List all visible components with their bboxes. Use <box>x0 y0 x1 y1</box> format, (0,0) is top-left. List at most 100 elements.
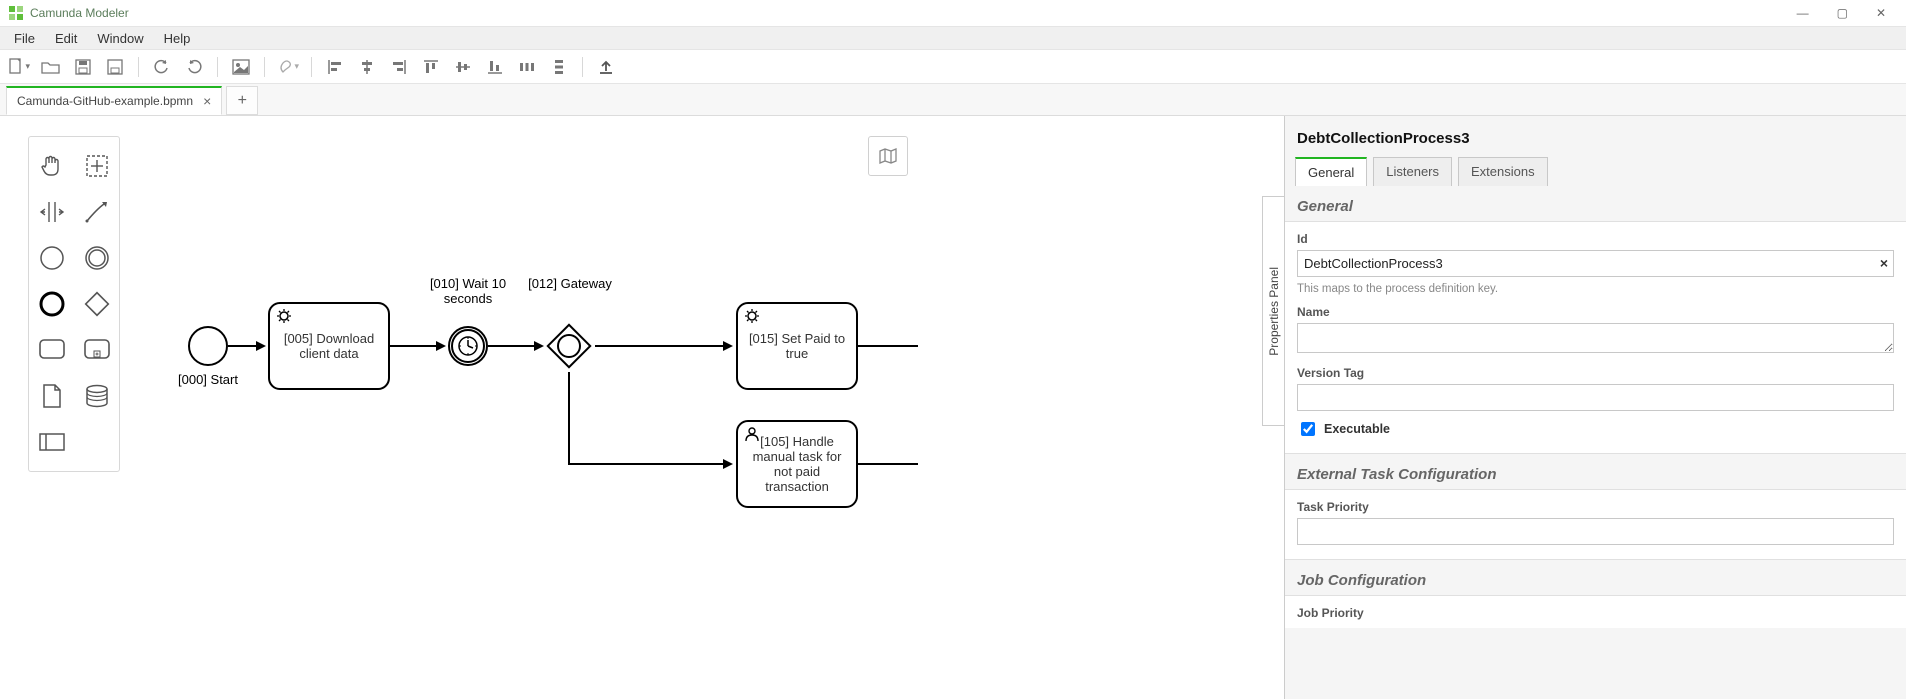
id-input[interactable] <box>1297 250 1894 277</box>
data-object-icon[interactable] <box>29 373 74 419</box>
align-center-h-button[interactable] <box>356 56 378 78</box>
sequence-flow[interactable] <box>858 345 918 347</box>
close-tab-button[interactable]: × <box>203 94 211 108</box>
sequence-flow[interactable] <box>568 463 726 465</box>
workspace: [000] Start [005] Download client data [… <box>0 116 1906 699</box>
version-tag-input[interactable] <box>1297 384 1894 411</box>
space-tool-icon[interactable] <box>29 189 74 235</box>
window-title: Camunda Modeler <box>30 6 129 20</box>
bpmn-gateway[interactable] <box>543 320 595 372</box>
color-button[interactable]: ▾ <box>277 56 299 78</box>
start-event-icon[interactable] <box>29 235 74 281</box>
minimap-button[interactable] <box>868 136 908 176</box>
properties-panel: DebtCollectionProcess3 General Listeners… <box>1284 116 1906 699</box>
sequence-flow[interactable] <box>390 345 438 347</box>
distribute-v-button[interactable] <box>548 56 570 78</box>
add-tab-button[interactable]: + <box>226 86 258 115</box>
align-left-button[interactable] <box>324 56 346 78</box>
file-tab-active[interactable]: Camunda-GitHub-example.bpmn × <box>6 86 222 115</box>
lasso-tool-icon[interactable] <box>74 143 119 189</box>
sequence-flow[interactable] <box>568 372 570 464</box>
pool-icon[interactable] <box>29 419 74 465</box>
user-task-icon <box>744 426 760 445</box>
sequence-flow[interactable] <box>858 463 918 465</box>
section-heading-job: Job Configuration <box>1285 560 1906 595</box>
subprocess-icon[interactable] <box>74 327 119 373</box>
align-top-button[interactable] <box>420 56 442 78</box>
undo-button[interactable] <box>151 56 173 78</box>
menu-window[interactable]: Window <box>89 28 151 49</box>
app-icon <box>8 5 24 21</box>
menu-help[interactable]: Help <box>156 28 199 49</box>
bpmn-task-105-label: [105] Handle manual task for not paid tr… <box>746 434 848 494</box>
align-right-button[interactable] <box>388 56 410 78</box>
service-task-icon <box>744 308 760 327</box>
arrow-icon <box>723 341 733 351</box>
end-event-icon[interactable] <box>29 281 74 327</box>
sequence-flow[interactable] <box>488 345 536 347</box>
palette-empty <box>74 419 119 465</box>
arrow-icon <box>534 341 544 351</box>
image-button[interactable] <box>230 56 252 78</box>
bpmn-timer-event[interactable] <box>448 326 488 366</box>
hand-tool-icon[interactable] <box>29 143 74 189</box>
menu-edit[interactable]: Edit <box>47 28 85 49</box>
redo-button[interactable] <box>183 56 205 78</box>
name-label: Name <box>1297 305 1894 319</box>
title-bar: Camunda Modeler — ▢ ✕ <box>0 0 1906 26</box>
section-heading-external-task: External Task Configuration <box>1285 454 1906 489</box>
properties-element-name: DebtCollectionProcess3 <box>1285 116 1906 157</box>
id-label: Id <box>1297 232 1894 246</box>
bpmn-task-005[interactable]: [005] Download client data <box>268 302 390 390</box>
align-bottom-button[interactable] <box>484 56 506 78</box>
properties-tab-extensions[interactable]: Extensions <box>1458 157 1548 186</box>
minimize-button[interactable]: — <box>1797 6 1809 20</box>
connect-tool-icon[interactable] <box>74 189 119 235</box>
bpmn-task-005-label: [005] Download client data <box>278 331 380 361</box>
bpmn-task-015[interactable]: [015] Set Paid to true <box>736 302 858 390</box>
bpmn-task-015-label: [015] Set Paid to true <box>746 331 848 361</box>
service-task-icon <box>276 308 292 327</box>
bpmn-start-event-label: [000] Start <box>148 372 268 387</box>
menu-bar: File Edit Window Help <box>0 26 1906 50</box>
clear-id-button[interactable]: × <box>1880 255 1888 271</box>
deploy-button[interactable] <box>595 56 617 78</box>
gateway-icon[interactable] <box>74 281 119 327</box>
executable-label: Executable <box>1324 422 1390 436</box>
close-window-button[interactable]: ✕ <box>1876 6 1886 20</box>
toolbar: ▾ ▾ <box>0 50 1906 84</box>
sequence-flow[interactable] <box>228 345 258 347</box>
bpmn-gateway-label: [012] Gateway <box>510 276 630 291</box>
save-button[interactable] <box>72 56 94 78</box>
bpmn-task-105[interactable]: [105] Handle manual task for not paid tr… <box>736 420 858 508</box>
properties-panel-toggle-label: Properties Panel <box>1267 267 1281 356</box>
task-priority-input[interactable] <box>1297 518 1894 545</box>
open-file-button[interactable] <box>40 56 62 78</box>
data-store-icon[interactable] <box>74 373 119 419</box>
intermediate-event-icon[interactable] <box>74 235 119 281</box>
name-input[interactable] <box>1297 323 1894 353</box>
menu-file[interactable]: File <box>6 28 43 49</box>
properties-tab-listeners[interactable]: Listeners <box>1373 157 1452 186</box>
bpmn-start-event[interactable] <box>188 326 228 366</box>
properties-panel-toggle[interactable]: Properties Panel <box>1262 196 1284 426</box>
job-priority-label: Job Priority <box>1297 606 1894 620</box>
new-file-button[interactable]: ▾ <box>8 56 30 78</box>
save-as-button[interactable] <box>104 56 126 78</box>
id-help-text: This maps to the process definition key. <box>1297 283 1894 295</box>
section-heading-general: General <box>1285 186 1906 221</box>
arrow-icon <box>256 341 266 351</box>
sequence-flow[interactable] <box>595 345 725 347</box>
properties-tab-general[interactable]: General <box>1295 157 1367 186</box>
maximize-button[interactable]: ▢ <box>1837 6 1848 20</box>
executable-checkbox[interactable] <box>1301 422 1315 436</box>
task-icon[interactable] <box>29 327 74 373</box>
distribute-h-button[interactable] <box>516 56 538 78</box>
file-tab-label: Camunda-GitHub-example.bpmn <box>17 94 193 108</box>
task-priority-label: Task Priority <box>1297 500 1894 514</box>
version-tag-label: Version Tag <box>1297 366 1894 380</box>
arrow-icon <box>723 459 733 469</box>
align-center-v-button[interactable] <box>452 56 474 78</box>
element-palette <box>28 136 120 472</box>
file-tabs-row: Camunda-GitHub-example.bpmn × + <box>0 84 1906 116</box>
